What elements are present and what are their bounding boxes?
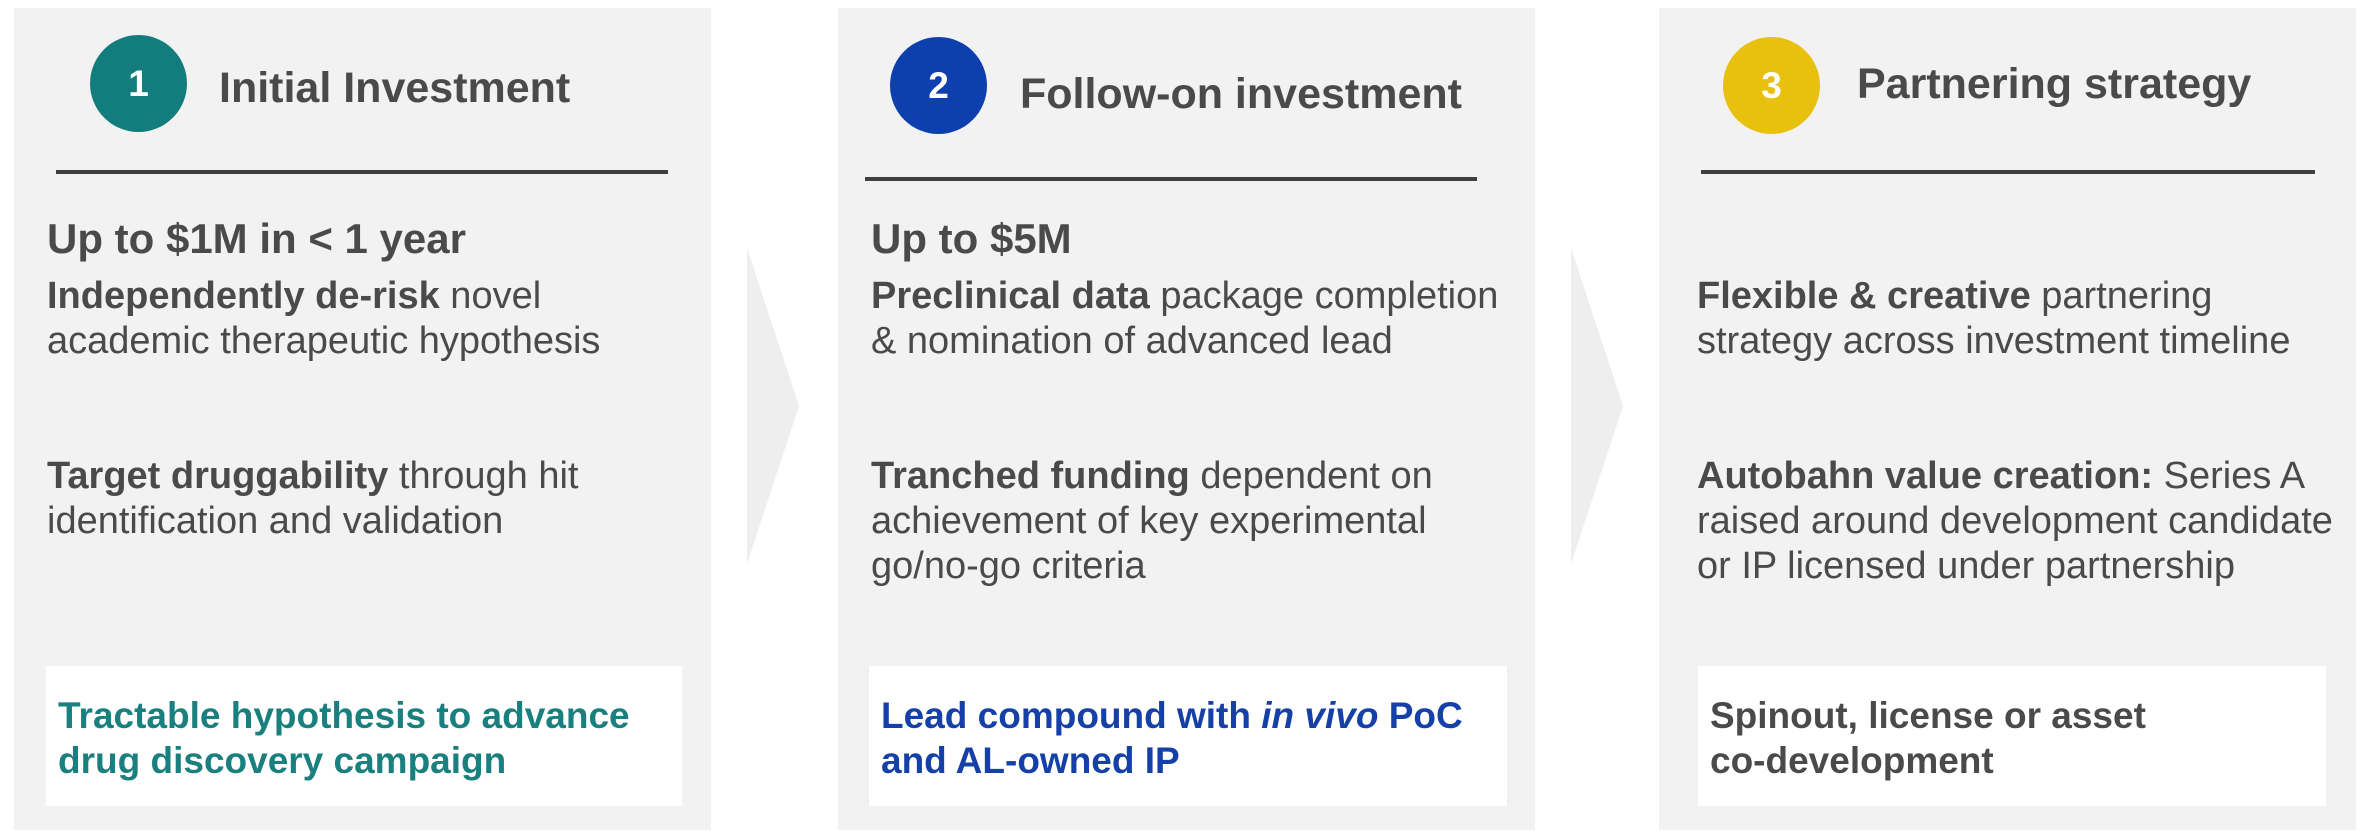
stage-panel-follow-on-investment: 2 Follow-on investment Up to $5M Preclin… xyxy=(838,8,1535,830)
stage-amount: Up to $5M xyxy=(871,215,1072,262)
stage-number-badge: 1 xyxy=(90,35,187,132)
stage-panel-initial-investment: 1 Initial Investment Up to $1M in < 1 ye… xyxy=(14,8,711,830)
stage-amount: Up to $1M in < 1 year xyxy=(47,215,466,262)
stage-title: Follow-on investment xyxy=(1020,70,1462,118)
stage-title: Initial Investment xyxy=(219,64,571,112)
stage-outcome: Lead compound with in vivo PoC and AL-ow… xyxy=(881,695,1463,781)
divider xyxy=(1701,170,2315,174)
stage-title: Partnering strategy xyxy=(1857,60,2252,108)
stage-number-badge: 3 xyxy=(1723,37,1820,134)
divider xyxy=(865,177,1477,181)
stage-outcome-box: Lead compound with in vivo PoC and AL-ow… xyxy=(869,666,1507,806)
stage-point-2: Target druggability through hit identifi… xyxy=(47,455,579,542)
divider xyxy=(56,170,668,174)
stage-outcome: Spinout, license or asset co-development xyxy=(1710,695,2146,781)
chevron-right-icon xyxy=(1571,248,1623,564)
stage-point-2: Autobahn value creation: Series A raised… xyxy=(1697,455,2333,587)
stage-outcome-box: Tractable hypothesis to advance drug dis… xyxy=(46,666,682,806)
stage-number-badge: 2 xyxy=(890,37,987,134)
stage-outcome: Tractable hypothesis to advance drug dis… xyxy=(58,695,630,781)
stage-panel-partnering-strategy: 3 Partnering strategy Flexible & creativ… xyxy=(1659,8,2356,830)
stage-point-1: Independently de-risk novel academic the… xyxy=(47,275,601,362)
stage-point-1: Flexible & creative partnering strategy … xyxy=(1697,275,2291,362)
stage-point-2: Tranched funding dependent on achievemen… xyxy=(871,455,1433,587)
chevron-right-icon xyxy=(747,248,799,564)
stage-outcome-box: Spinout, license or asset co-development xyxy=(1698,666,2326,806)
stage-point-1: Preclinical data package completion & no… xyxy=(871,275,1499,362)
